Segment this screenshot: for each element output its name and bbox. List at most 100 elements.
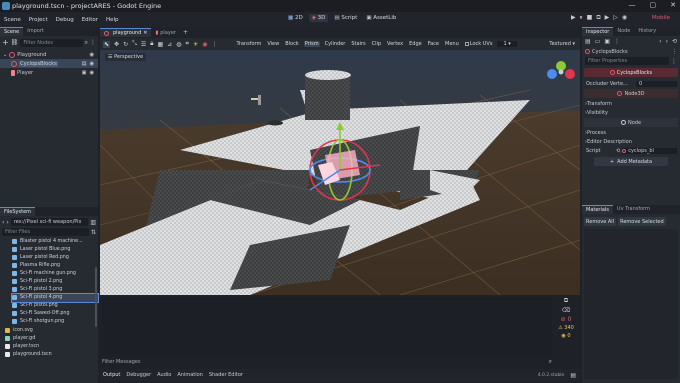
remove-all-button[interactable]: Remove All	[584, 217, 617, 226]
add-metadata-button[interactable]: + Add Metadata	[594, 157, 668, 166]
forward-icon[interactable]: ›	[666, 38, 668, 45]
open-resource-icon[interactable]: ▭	[595, 38, 601, 45]
mode-menu-button[interactable]: Menu	[444, 41, 460, 47]
mode-edge-button[interactable]: Edge	[408, 41, 423, 47]
maximize-button[interactable]: ▢	[650, 1, 657, 9]
back-icon[interactable]: ‹	[2, 219, 4, 226]
sort-icon[interactable]: ⇅	[91, 229, 96, 236]
minimize-button[interactable]: —	[629, 1, 636, 9]
filter-nodes-input[interactable]: Filter Nodes	[20, 38, 83, 47]
copy-output-icon[interactable]: ⧉	[564, 297, 568, 305]
bottom-tab-shader-editor[interactable]: Shader Editor	[209, 372, 243, 378]
scale-tool-icon[interactable]: ⤡	[132, 40, 137, 48]
menu-debug[interactable]: Debug	[52, 17, 78, 23]
reload-icon[interactable]: ⟲	[616, 148, 620, 154]
menu-project[interactable]: Project	[25, 17, 52, 23]
filter-messages-input[interactable]: Filter Messages	[102, 359, 141, 365]
lock-uvs-toggle[interactable]: Lock UVs	[464, 41, 494, 47]
message-filter-icon[interactable]: ◉ 0	[561, 333, 570, 339]
save-resource-icon[interactable]: ▣	[604, 38, 610, 45]
perspective-menu-button[interactable]: ☰ Perspective	[105, 53, 147, 61]
viewport-scene[interactable]	[100, 50, 580, 295]
mode-stairs-button[interactable]: Stairs	[350, 41, 366, 47]
file-item[interactable]: Laser pistol Red.png	[12, 253, 98, 261]
tree-item-playground[interactable]: ⌄ Playground ◉	[0, 50, 98, 59]
back-icon[interactable]: ‹	[659, 38, 661, 45]
tree-item-player[interactable]: Player ▣ ◉	[0, 68, 98, 77]
mode-cylinder-button[interactable]: Cylinder	[324, 41, 347, 47]
tab-history[interactable]: History	[634, 27, 660, 36]
tree-item-cyclopsblocks[interactable]: CyclopsBlocks ▤ ◉	[0, 59, 98, 68]
scene-tab-playground[interactable]: playground ✕	[100, 28, 152, 37]
property-menu-icon[interactable]: ⋮	[671, 58, 677, 65]
group-editor-description[interactable]: › Editor Description	[582, 137, 680, 146]
add-scene-tab-icon[interactable]: +	[183, 29, 188, 36]
group-icon[interactable]: ▦	[158, 41, 164, 48]
visibility-eye-icon[interactable]: ◉	[89, 70, 94, 76]
preview-sun-icon[interactable]: ☀	[193, 41, 198, 48]
output-text-area[interactable]	[102, 297, 552, 355]
tab-materials[interactable]: Materials	[582, 205, 613, 214]
select-tool-icon[interactable]: ⬉	[103, 40, 111, 48]
file-item[interactable]: playground.tscn	[5, 350, 98, 358]
lock-icon[interactable]: 🔒︎	[150, 40, 153, 48]
remove-selected-button[interactable]: Remove Selected	[618, 217, 666, 226]
file-item[interactable]: Laser pistol Blue.png	[12, 245, 98, 253]
pause-icon[interactable]: ⏸	[580, 14, 583, 22]
path-field[interactable]: res://Pixel sci-fi weapon/Pix	[10, 218, 89, 226]
script-value-field[interactable]: cyclops_bl	[622, 147, 677, 154]
add-node-icon[interactable]: +	[2, 38, 9, 47]
menu-scene[interactable]: Scene	[0, 17, 25, 23]
bottom-tab-output[interactable]: Output	[103, 372, 120, 378]
filter-properties-input[interactable]: Filter Properties	[585, 57, 669, 65]
materials-list[interactable]	[584, 229, 678, 379]
mode-block-button[interactable]: Block	[284, 41, 300, 47]
shading-select[interactable]: Textured ▾	[548, 41, 576, 47]
view-menu[interactable]: View	[266, 41, 280, 47]
play-custom-icon[interactable]: ▷	[613, 14, 618, 22]
search-icon[interactable]: ⌕	[85, 39, 88, 47]
tab-scene[interactable]: Scene	[0, 27, 24, 36]
inspected-object[interactable]: CyclopsBlocks ⋮	[582, 47, 680, 56]
renderer-selector[interactable]: Mobile	[652, 15, 670, 21]
tab-node[interactable]: Node	[613, 27, 634, 36]
group-transform[interactable]: › Transform	[582, 99, 680, 108]
new-resource-icon[interactable]: ▤	[585, 38, 591, 45]
more-icon[interactable]: ⋮	[211, 41, 217, 48]
close-tab-icon[interactable]: ✕	[143, 30, 147, 36]
file-item[interactable]: player.gd	[5, 334, 98, 342]
scene-tab-player[interactable]: ▮ player	[151, 29, 179, 37]
layout-icon[interactable]: ▤	[570, 372, 576, 379]
rotate-tool-icon[interactable]: ↻	[123, 41, 128, 48]
move-tool-icon[interactable]: ✥	[114, 41, 119, 48]
close-button[interactable]: ✕	[670, 1, 676, 9]
play-scene-icon[interactable]: ▶	[605, 14, 610, 22]
remote-debug-icon[interactable]: ⧉	[596, 14, 600, 22]
clear-output-icon[interactable]: ⌫	[562, 307, 570, 314]
file-item[interactable]: Blaster pistol 4 machine...	[12, 237, 98, 245]
bottom-tab-debugger[interactable]: Debugger	[126, 372, 151, 378]
visibility-eye-icon[interactable]: ◉	[89, 61, 94, 67]
filesystem-scrollbar[interactable]	[95, 267, 97, 327]
tab-inspector[interactable]: Inspector	[582, 27, 614, 36]
file-item[interactable]: Sci-Fi Sawed-Off.png	[12, 310, 98, 318]
file-item[interactable]: Sci-Fi pistol 3.png	[12, 286, 98, 294]
preview-env-icon[interactable]: ◉	[202, 41, 207, 48]
ruler-icon[interactable]: ⊿	[167, 41, 172, 48]
mode-clip-button[interactable]: Clip	[371, 41, 382, 47]
object-menu-icon[interactable]: ⋮	[672, 49, 677, 55]
file-item[interactable]: icon.svg	[5, 326, 98, 334]
mode-vertex-button[interactable]: Vertex	[386, 41, 404, 47]
scene-menu-icon[interactable]: ⋮	[90, 39, 96, 46]
script-icon[interactable]: ▤	[82, 61, 87, 67]
movie-icon[interactable]: ◉	[622, 14, 627, 22]
tab-uv-transform[interactable]: Uv Transform	[613, 205, 654, 214]
file-item[interactable]: Sci-Fi pistol.png	[12, 302, 98, 310]
split-view-icon[interactable]: ▥	[90, 219, 96, 226]
workspace-3d-button[interactable]: ◈ 3D	[308, 14, 329, 22]
list-select-icon[interactable]: ☰	[141, 41, 146, 48]
group-visibility[interactable]: › Visibility	[582, 108, 680, 117]
workspace-assetlib-button[interactable]: ▣ AssetLib	[363, 14, 399, 22]
snap-value-select[interactable]: 1 ▾	[497, 41, 517, 47]
open-scene-icon[interactable]: ▣	[82, 70, 87, 76]
